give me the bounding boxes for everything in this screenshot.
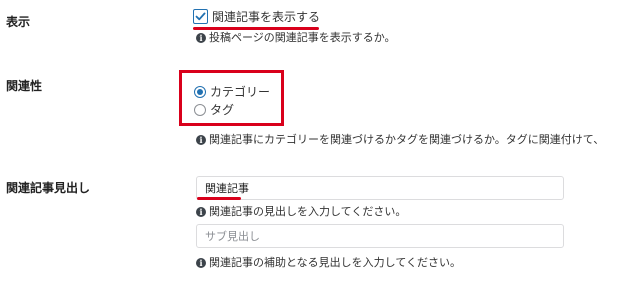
relation-label: 関連性	[6, 79, 43, 93]
heading-label: 関連記事見出し	[6, 181, 91, 195]
display-help: i 投稿ページの関連記事を表示するか。	[196, 31, 396, 45]
heading-title-help-text: 関連記事の見出しを入力してください。	[209, 205, 407, 218]
checkbox-box[interactable]	[193, 8, 208, 24]
radio-button-unchecked[interactable]	[194, 103, 206, 116]
relation-help-text: 関連記事にカテゴリーを関連づけるかタグを関連づけるか。タグに関連付けて、	[209, 133, 605, 146]
show-related-checkbox[interactable]: 関連記事を表示する	[193, 7, 320, 25]
display-help-text: 投稿ページの関連記事を表示するか。	[209, 31, 396, 44]
info-circle-icon: i	[196, 33, 206, 43]
heading-subtitle-help-text: 関連記事の補助となる見出しを入力してください。	[209, 256, 462, 269]
radio-category[interactable]: カテゴリー	[194, 83, 270, 100]
annotation-underline	[197, 197, 241, 200]
checkmark-icon	[195, 12, 206, 20]
relation-help: i 関連記事にカテゴリーを関連づけるかタグを関連づけるか。タグに関連付けて、	[196, 133, 604, 147]
checkbox-label[interactable]: 関連記事を表示する	[212, 8, 320, 25]
heading-subtitle-help: i 関連記事の補助となる見出しを入力してください。	[196, 256, 461, 270]
radio-category-label[interactable]: カテゴリー	[210, 83, 270, 100]
heading-title-input[interactable]	[196, 176, 564, 200]
info-circle-icon: i	[196, 207, 206, 217]
heading-subtitle-input[interactable]	[196, 224, 564, 248]
heading-title-help: i 関連記事の見出しを入力してください。	[196, 205, 406, 219]
radio-tag[interactable]: タグ	[194, 101, 234, 118]
radio-tag-label[interactable]: タグ	[210, 101, 234, 118]
radio-button-checked[interactable]	[194, 85, 206, 98]
info-circle-icon: i	[196, 258, 206, 268]
annotation-underline	[193, 27, 319, 30]
display-label: 表示	[6, 15, 31, 29]
info-circle-icon: i	[196, 135, 206, 145]
radio-dot	[197, 88, 203, 95]
